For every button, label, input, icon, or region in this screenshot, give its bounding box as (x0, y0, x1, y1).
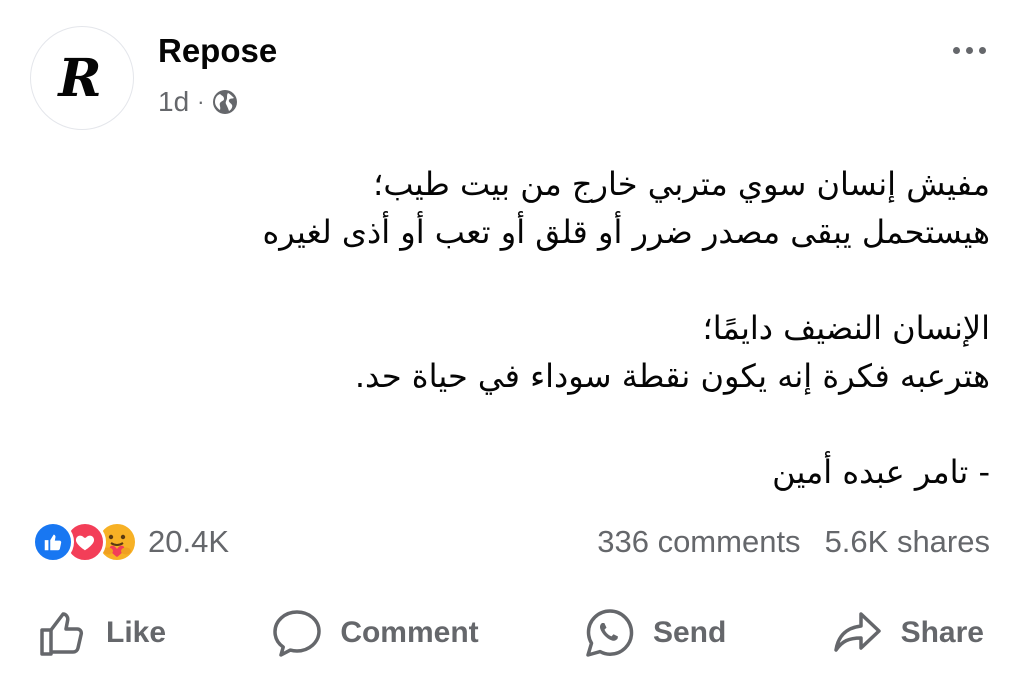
more-options-icon[interactable] (947, 38, 991, 62)
meta-separator: · (197, 89, 205, 114)
like-reaction-icon (32, 521, 74, 563)
comment-label: Comment (340, 616, 479, 649)
thumbs-up-glyph (44, 534, 62, 551)
more-dot (978, 46, 986, 54)
comments-count-link[interactable]: 336 comments (597, 524, 800, 560)
post-text-line: هيستحمل يبقى مصدر ضرر أو قلق أو تعب أو أ… (262, 213, 990, 251)
share-arrow-icon (833, 612, 881, 652)
send-button[interactable]: Send (583, 606, 726, 660)
like-label: Like (106, 616, 167, 649)
reactions-summary[interactable]: 20.4K (32, 521, 229, 563)
share-button[interactable]: Share (831, 606, 984, 660)
post-meta: 1d · (158, 88, 238, 116)
post-actions-bar: Like Comment Send Share (36, 600, 984, 666)
globe-icon[interactable] (212, 89, 238, 115)
comment-bubble-icon (273, 610, 322, 657)
engagement-counts: 336 comments 5.6K shares (597, 524, 990, 560)
more-dot (965, 46, 973, 54)
post-text-gap (60, 400, 990, 448)
post-text-line: الإنسان النضيف دايمًا؛ (702, 309, 990, 347)
post-text-line: هترعبه فكرة إنه يكون نقطة سوداء في حياة … (354, 357, 990, 395)
post-text: مفيش إنسان سوي متربي خارج من بيت طيب؛ هي… (60, 160, 990, 496)
send-label: Send (652, 616, 727, 649)
page-name[interactable]: Repose (158, 34, 277, 67)
post-timestamp[interactable]: 1d (158, 88, 189, 116)
post-text-signature: - تامر عبده أمين (772, 453, 990, 491)
shares-count-link[interactable]: 5.6K shares (825, 524, 990, 560)
post-text-line: مفيش إنسان سوي متربي خارج من بيت طيب؛ (373, 165, 990, 203)
reaction-count: 20.4K (148, 524, 230, 559)
avatar-logo-letter: R (58, 48, 102, 109)
heart-glyph (75, 535, 95, 551)
page-avatar[interactable]: R (30, 26, 134, 130)
comment-button[interactable]: Comment (270, 606, 479, 660)
share-label: Share (900, 616, 984, 649)
facebook-post: R Repose 1d · مفيش إنسان سوي متربي خارج … (0, 0, 1024, 674)
whatsapp-icon (586, 609, 634, 657)
more-dot (952, 46, 960, 54)
like-button[interactable]: Like (36, 606, 166, 660)
post-text-gap (60, 256, 990, 304)
thumbs-up-icon (40, 612, 84, 656)
post-stats: 20.4K 336 comments 5.6K shares (32, 520, 990, 564)
